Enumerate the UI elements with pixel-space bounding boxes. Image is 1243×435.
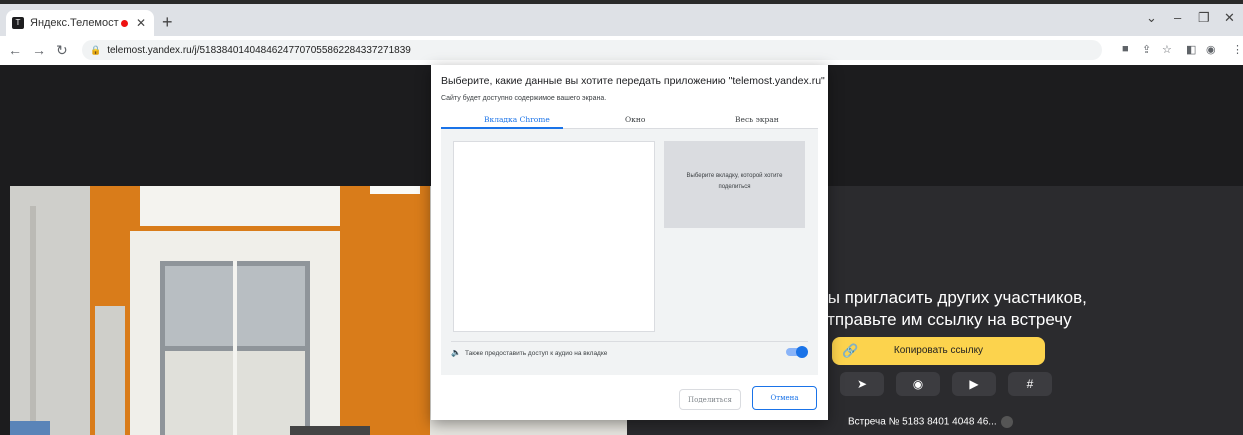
copy-meeting-id-icon[interactable]: [1000, 416, 1013, 428]
tab-search-icon[interactable]: ⌄: [1146, 10, 1157, 26]
dialog-title: Выберите, какие данные вы хотите передат…: [441, 75, 825, 87]
slack-share-button[interactable]: #: [1008, 372, 1052, 396]
tab-chrome-tab[interactable]: Вкладка Chrome: [484, 115, 550, 124]
new-tab-button[interactable]: +: [162, 12, 173, 33]
url-field[interactable]: 🔒 telemost.yandex.ru/j/518384014048462477…: [82, 40, 1102, 60]
menu-kebab-icon[interactable]: ⋮: [1232, 43, 1243, 56]
speaker-icon: 🔈: [451, 348, 461, 357]
close-window-button[interactable]: ✕: [1224, 10, 1235, 26]
side-panel-icon[interactable]: ◧: [1186, 43, 1196, 56]
browser-tab[interactable]: Т Яндекс.Телемост ✕: [6, 10, 154, 36]
whatsapp-share-button[interactable]: ◉: [896, 372, 940, 396]
tab-window[interactable]: Окно: [625, 115, 645, 124]
audio-share-toggle[interactable]: [786, 346, 808, 358]
cancel-button[interactable]: Отмена: [752, 386, 817, 410]
audio-share-row: 🔈 Также предоставить доступ к аудио на вк…: [451, 341, 808, 364]
copy-link-label: Копировать ссылку: [893, 345, 984, 356]
profile-avatar-icon[interactable]: ◉: [1206, 43, 1216, 56]
meeting-id: Встреча № 5183 8401 4048 46...: [848, 416, 1013, 428]
share-page-icon[interactable]: ⇪: [1142, 43, 1151, 56]
copy-link-button[interactable]: 🔗 Копировать ссылку: [832, 337, 1045, 365]
bookmark-star-icon[interactable]: ☆: [1162, 43, 1172, 56]
telemost-favicon-icon: Т: [12, 17, 24, 29]
messenger-share-button[interactable]: ▶: [952, 372, 996, 396]
reload-icon[interactable]: ↻: [56, 42, 68, 59]
address-bar-row: ← → ↻ 🔒 telemost.yandex.ru/j/518384014048…: [0, 36, 1243, 66]
dialog-subtitle: Сайту будет доступно содержимое вашего э…: [441, 95, 607, 102]
invite-text: бы пригласить других участников, отправь…: [818, 287, 1087, 331]
tab-preview: Выберите вкладку, которой хотите поделит…: [664, 141, 805, 228]
screen-share-dialog: Выберите, какие данные вы хотите передат…: [431, 65, 828, 420]
link-icon: 🔗: [842, 343, 859, 358]
close-tab-icon[interactable]: ✕: [136, 16, 146, 30]
preview-hint: Выберите вкладку, которой хотите поделит…: [686, 173, 783, 190]
meeting-id-text: Встреча № 5183 8401 4048 46...: [848, 416, 997, 428]
share-button[interactable]: Поделиться: [679, 389, 741, 410]
browser-tabstrip: Т Яндекс.Телемост ✕ + ⌄ – ❐ ✕: [0, 0, 1243, 36]
share-content-area: Выберите вкладку, которой хотите поделит…: [441, 129, 818, 375]
share-source-tabs: Вкладка Chrome Окно Весь экран: [441, 111, 818, 128]
tab-title: Яндекс.Телемост: [30, 17, 119, 29]
url-text: telemost.yandex.ru/j/5183840140484624770…: [107, 45, 411, 56]
forward-icon[interactable]: →: [32, 42, 46, 58]
telegram-share-button[interactable]: ➤: [840, 372, 884, 396]
lock-icon: 🔒: [90, 45, 102, 55]
tab-entire-screen[interactable]: Весь экран: [735, 115, 779, 124]
recording-indicator-icon: [120, 19, 128, 27]
maximize-button[interactable]: ❐: [1198, 10, 1210, 26]
share-buttons: ➤ ◉ ▶ #: [840, 372, 1052, 396]
invite-line-2: отправьте им ссылку на встречу: [818, 310, 1072, 329]
minimize-button[interactable]: –: [1174, 10, 1181, 25]
camera-icon[interactable]: ■: [1122, 43, 1129, 55]
tab-list[interactable]: [453, 141, 655, 332]
audio-share-label: Также предоставить доступ к аудио на вкл…: [464, 350, 608, 357]
back-icon[interactable]: ←: [8, 42, 22, 58]
invite-line-1: бы пригласить других участников,: [818, 288, 1087, 307]
